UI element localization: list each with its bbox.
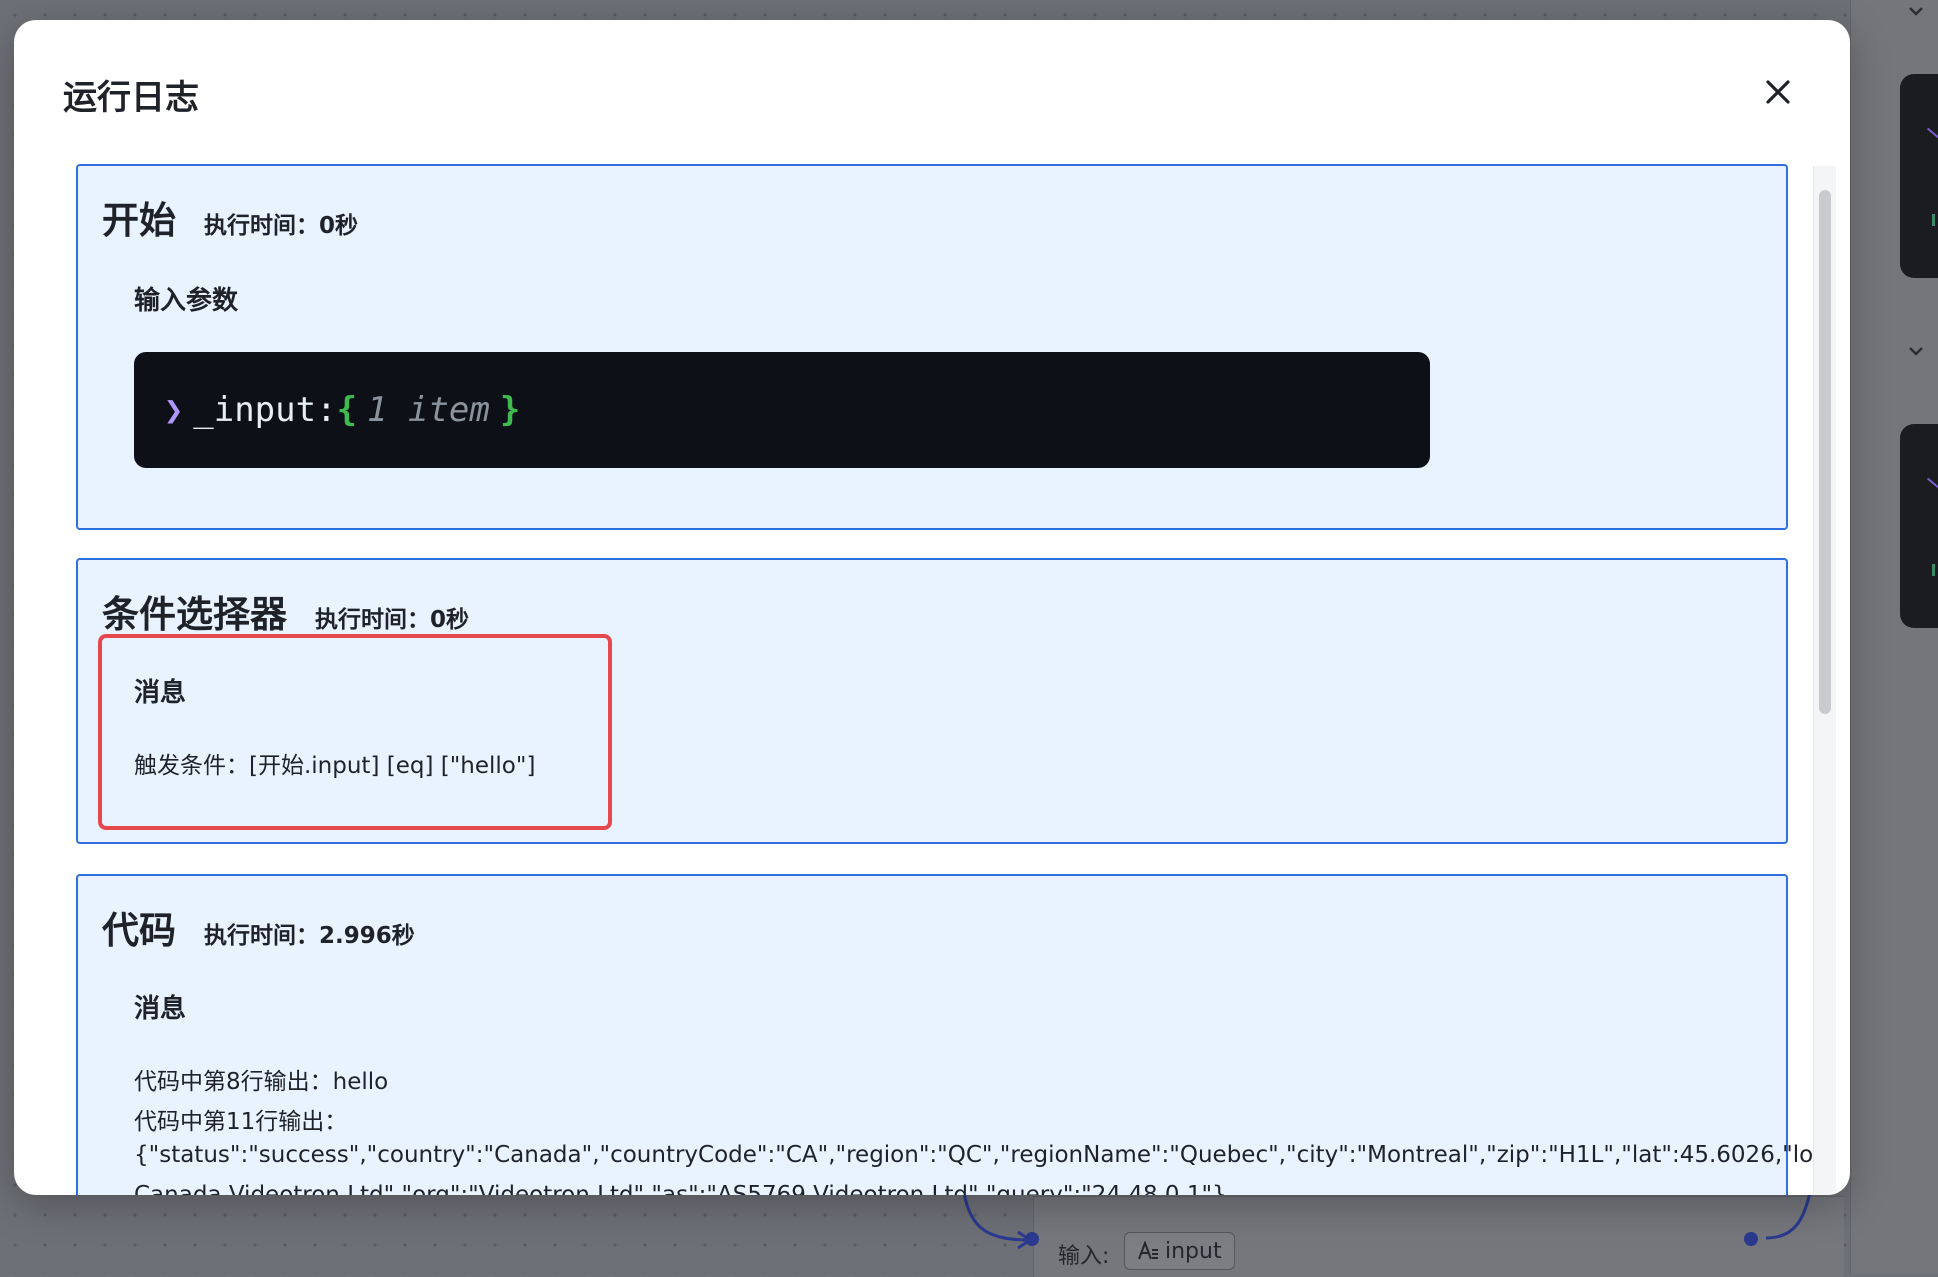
- input-chip-label: input: [1165, 1238, 1222, 1264]
- node-exec-time: 执行时间：2.996秒: [204, 923, 415, 949]
- json-close-brace: }: [499, 390, 521, 430]
- json-item-count: 1 item: [367, 390, 490, 430]
- input-variable-chip[interactable]: input: [1124, 1232, 1235, 1270]
- modal-title: 运行日志: [63, 78, 199, 118]
- chevron-down-icon[interactable]: [1907, 2, 1925, 20]
- log-node-condition: 条件选择器 执行时间：0秒 消息 触发条件：[开始.input] [eq] ["…: [76, 558, 1788, 844]
- close-button[interactable]: [1758, 72, 1798, 112]
- section-title: 消息: [134, 994, 187, 1024]
- log-line: 代码中第11行输出：: [134, 1109, 348, 1135]
- node-card-preview: [1900, 74, 1938, 278]
- log-node-code: 代码 执行时间：2.996秒 消息 代码中第8行输出：hello 代码中第11行…: [76, 874, 1828, 1195]
- json-open-brace: {: [336, 390, 358, 430]
- node-card-preview: [1900, 424, 1938, 628]
- highlight-box: [98, 634, 612, 830]
- chevron-right-icon[interactable]: ❯: [164, 391, 183, 429]
- node-name: 开始: [102, 199, 176, 242]
- log-line: {"status":"success","country":"Canada","…: [134, 1142, 1828, 1168]
- text-type-icon: [1138, 1241, 1158, 1260]
- json-viewer[interactable]: ❯ _input: { 1 item }: [134, 352, 1430, 468]
- section-title: 输入参数: [134, 286, 239, 316]
- input-label: 输入:: [1058, 1244, 1110, 1269]
- node-port[interactable]: [1025, 1232, 1039, 1246]
- scrollbar-thumb[interactable]: [1819, 190, 1831, 714]
- node-header: 条件选择器 执行时间：0秒: [102, 584, 469, 638]
- log-scroll-area[interactable]: 开始 执行时间：0秒 输入参数 ❯ _input: { 1 item } 条件选…: [62, 164, 1832, 1195]
- node-exec-time: 执行时间：0秒: [315, 607, 470, 633]
- run-log-modal: 运行日志 开始 执行时间：0秒 输入参数 ❯ _input: { 1 item …: [14, 20, 1850, 1195]
- log-line: Canada Videotron Ltd","org":"Videotron L…: [134, 1182, 1227, 1195]
- node-name: 代码: [102, 909, 176, 952]
- log-line: 代码中第8行输出：hello: [134, 1069, 389, 1095]
- node-header: 代码 执行时间：2.996秒: [102, 900, 415, 954]
- edge-connector: [962, 1191, 1033, 1250]
- json-key: _input:: [193, 390, 337, 430]
- node-port[interactable]: [1744, 1232, 1758, 1246]
- edge-connector: [1765, 1191, 1812, 1240]
- scrollbar[interactable]: [1813, 166, 1836, 1195]
- close-icon[interactable]: [1764, 78, 1792, 106]
- node-exec-time: 执行时间：0秒: [204, 213, 359, 239]
- chevron-down-icon[interactable]: [1907, 342, 1925, 360]
- log-node-start: 开始 执行时间：0秒 输入参数 ❯ _input: { 1 item }: [76, 164, 1788, 530]
- node-name: 条件选择器: [102, 593, 287, 636]
- node-header: 开始 执行时间：0秒: [102, 190, 358, 244]
